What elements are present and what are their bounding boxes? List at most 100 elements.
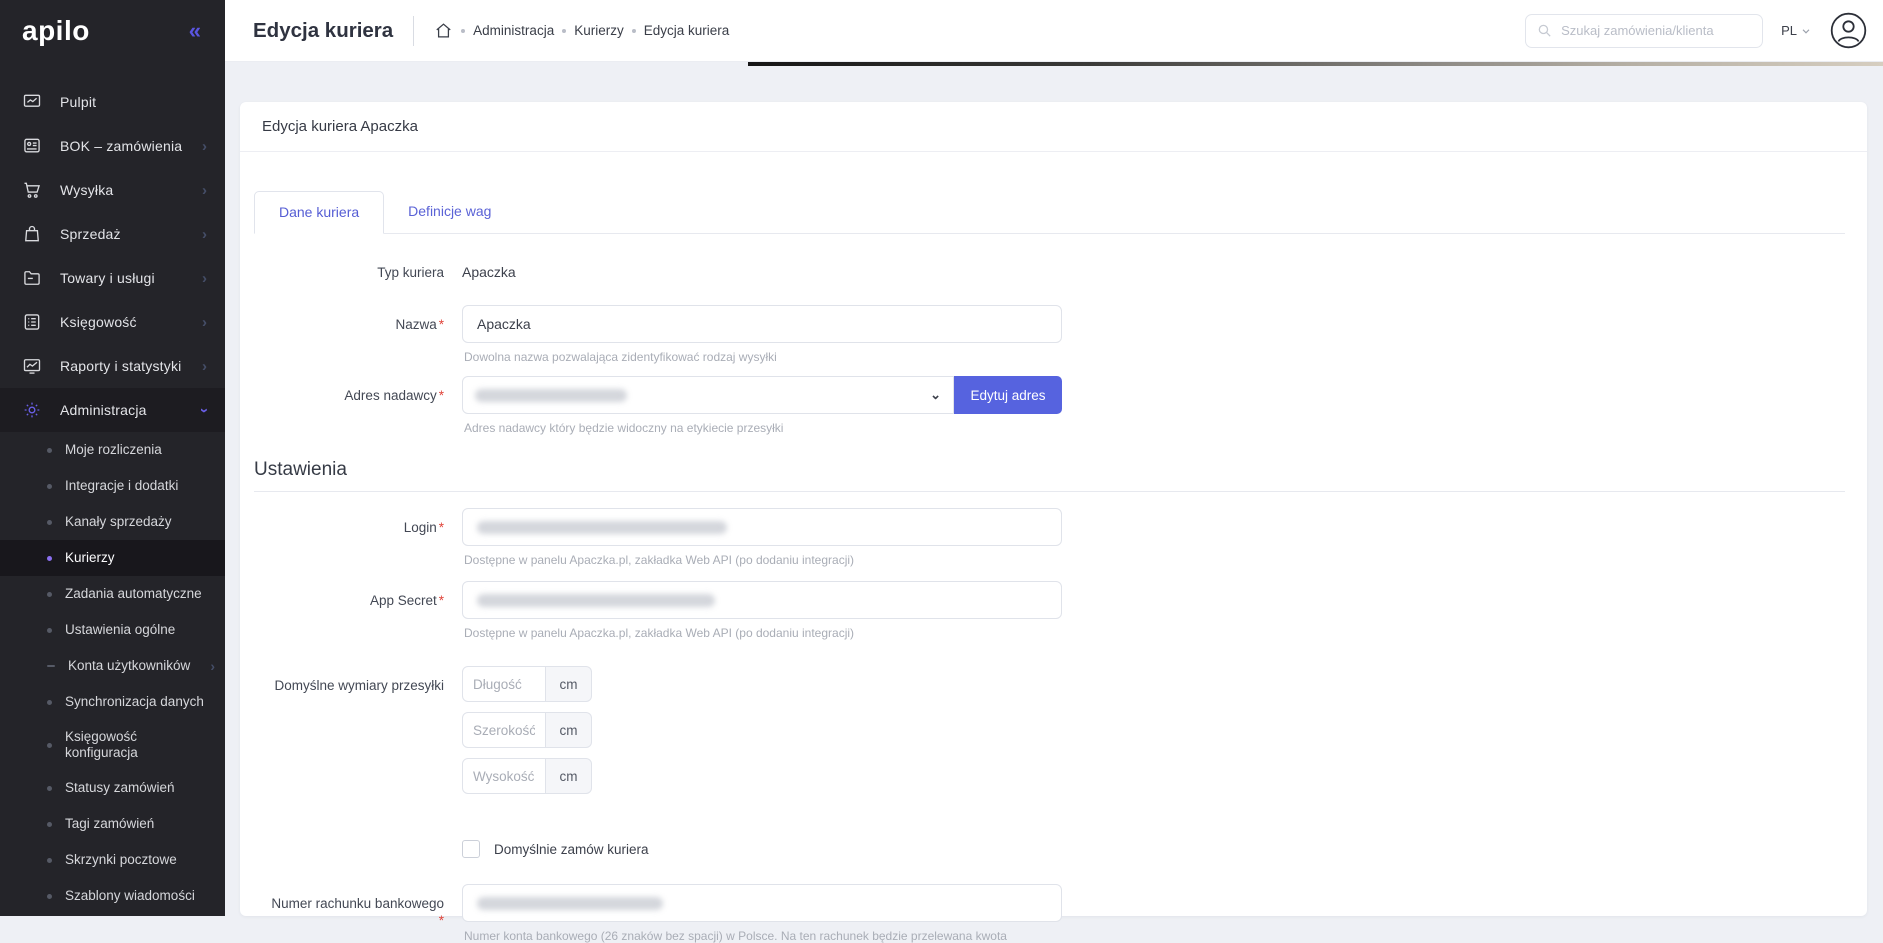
redacted-value	[477, 897, 663, 910]
submenu-item-label: Konta użytkowników	[68, 658, 190, 674]
sidebar-item-pulpit[interactable]: Pulpit	[0, 80, 225, 124]
sender-address-select[interactable]: ⌄	[462, 376, 954, 414]
breadcrumb: Administracja Kurierzy Edycja kuriera	[434, 21, 729, 40]
submenu-item-label: Szablony wiadomości	[65, 888, 195, 904]
submenu-item-ksiegowosc-konfiguracja[interactable]: Księgowość konfiguracja	[0, 720, 225, 770]
header-divider	[413, 16, 414, 46]
login-input[interactable]	[462, 508, 1062, 546]
chevron-right-icon: ›	[202, 315, 207, 330]
submenu-item-label: Zadania automatyczne	[65, 586, 202, 602]
bullet-icon	[47, 700, 52, 705]
redacted-value	[475, 389, 627, 402]
language-selector[interactable]: PL	[1781, 23, 1812, 38]
name-input[interactable]	[462, 305, 1062, 343]
chevron-right-icon: ›	[202, 183, 207, 198]
collapse-sidebar-icon[interactable]: «	[189, 20, 201, 42]
tab-dane-kuriera[interactable]: Dane kuriera	[254, 191, 384, 234]
page-title: Edycja kuriera	[253, 19, 393, 43]
sidebar-item-label: Sprzedaż	[60, 226, 121, 242]
redacted-value	[477, 594, 715, 607]
submenu-item-statusy-zamowien[interactable]: Statusy zamówień	[0, 770, 225, 806]
edit-address-button[interactable]: Edytuj adres	[954, 376, 1062, 414]
length-input[interactable]	[462, 666, 546, 702]
tab-bar: Dane kuriera Definicje wag	[254, 190, 1845, 234]
submenu-item-synchronizacja-danych[interactable]: Synchronizacja danych	[0, 684, 225, 720]
required-marker: *	[439, 317, 444, 332]
courier-form: Typ kuriera Apaczka Nazwa* Dowolna nazwa…	[254, 262, 1845, 943]
card-body: Dane kuriera Definicje wag Typ kuriera A…	[240, 152, 1867, 943]
accounting-icon	[22, 312, 42, 332]
bullet-icon	[47, 448, 52, 453]
sidebar-item-administracja[interactable]: Administracja ›	[0, 388, 225, 432]
height-input[interactable]	[462, 758, 546, 794]
apilo-logo: apilo	[22, 15, 90, 47]
sidebar-item-bok-zamowienia[interactable]: BOK – zamówienia ›	[0, 124, 225, 168]
sidebar-item-label: BOK – zamówienia	[60, 138, 182, 154]
home-icon[interactable]	[434, 21, 453, 40]
field-helper: Dostępne w panelu Apaczka.pl, zakładka W…	[464, 626, 1845, 640]
sidebar-item-label: Administracja	[60, 402, 147, 418]
unit-addon: cm	[546, 758, 592, 794]
sidebar-item-towary-i-uslugi[interactable]: Towary i usługi ›	[0, 256, 225, 300]
user-avatar[interactable]	[1830, 12, 1867, 49]
bullet-icon	[47, 628, 52, 633]
field-label: Nazwa*	[254, 305, 444, 333]
bullet-icon	[47, 592, 52, 597]
bullet-icon	[47, 556, 52, 561]
chevron-right-icon: ›	[202, 139, 207, 154]
breadcrumb-administracja[interactable]: Administracja	[473, 23, 554, 38]
sidebar-item-label: Raporty i statystyki	[60, 358, 181, 374]
sidebar-item-label: Wysyłka	[60, 182, 113, 198]
submenu-item-integracje-i-dodatki[interactable]: Integracje i dodatki	[0, 468, 225, 504]
field-row-adres-nadawcy: Adres nadawcy* ⌄ Edytuj adres Adres nada…	[254, 376, 1845, 435]
required-marker: *	[439, 520, 444, 535]
dimension-height: cm	[462, 758, 1845, 794]
field-helper: Adres nadawcy który będzie widoczny na e…	[464, 421, 1845, 435]
submenu-item-label: Ustawienia ogólne	[65, 622, 175, 638]
search-input[interactable]	[1561, 23, 1752, 38]
shipping-cart-icon	[22, 180, 42, 200]
chevron-down-icon: ›	[197, 408, 212, 413]
chevron-down-icon: ⌄	[930, 387, 941, 403]
breadcrumb-edycja-kuriera: Edycja kuriera	[644, 23, 730, 38]
breadcrumb-kurierzy[interactable]: Kurierzy	[574, 23, 624, 38]
submenu-item-ustawienia-ogolne[interactable]: Ustawienia ogólne	[0, 612, 225, 648]
tab-definicje-wag[interactable]: Definicje wag	[384, 191, 515, 234]
loading-bar	[748, 62, 1883, 66]
field-label: Numer rachunku bankowego *	[254, 884, 444, 929]
submenu-item-kanaly-sprzedazy[interactable]: Kanały sprzedaży	[0, 504, 225, 540]
submenu-item-skrzynki-pocztowe[interactable]: Skrzynki pocztowe	[0, 842, 225, 878]
card-header: Edycja kuriera Apaczka	[240, 102, 1867, 152]
sidebar-item-raporty-i-statystyki[interactable]: Raporty i statystyki ›	[0, 344, 225, 388]
submenu-item-konta-uzytkownikow[interactable]: Konta użytkowników ›	[0, 648, 225, 684]
submenu-item-label: Synchronizacja danych	[65, 694, 204, 710]
field-row-numer-rachunku: Numer rachunku bankowego * Numer konta b…	[254, 884, 1845, 943]
chevron-right-icon: ›	[202, 227, 207, 242]
sidebar-item-wysylka[interactable]: Wysyłka ›	[0, 168, 225, 212]
submenu-item-tagi-zamowien[interactable]: Tagi zamówień	[0, 806, 225, 842]
submenu-item-kurierzy[interactable]: Kurierzy	[0, 540, 225, 576]
bank-account-input[interactable]	[462, 884, 1062, 922]
field-row-app-secret: App Secret* Dostępne w panelu Apaczka.pl…	[254, 581, 1845, 640]
checkbox-unchecked[interactable]	[462, 840, 480, 858]
width-input[interactable]	[462, 712, 546, 748]
checkbox-label: Domyślnie zamów kuriera	[494, 842, 649, 857]
submenu-item-szablony-wiadomosci[interactable]: Szablony wiadomości	[0, 878, 225, 914]
sidebar-item-sprzedaz[interactable]: Sprzedaż ›	[0, 212, 225, 256]
global-search	[1525, 14, 1763, 48]
field-label: Domyślne wymiary przesyłki	[254, 666, 444, 694]
bullet-icon	[47, 786, 52, 791]
sidebar-item-ksiegowosc[interactable]: Księgowość ›	[0, 300, 225, 344]
submenu-item-zadania-automatyczne[interactable]: Zadania automatyczne	[0, 576, 225, 612]
submenu-item-label: Integracje i dodatki	[65, 478, 178, 494]
submenu-item-label: Statusy zamówień	[65, 780, 175, 796]
app-secret-input[interactable]	[462, 581, 1062, 619]
sidebar-item-label: Pulpit	[60, 94, 96, 110]
submenu-item-label: Skrzynki pocztowe	[65, 852, 177, 868]
default-order-courier-option[interactable]: Domyślnie zamów kuriera	[462, 840, 1845, 858]
dash-bullet-icon	[47, 665, 55, 667]
submenu-item-moje-rozliczenia[interactable]: Moje rozliczenia	[0, 432, 225, 468]
field-helper: Dostępne w panelu Apaczka.pl, zakładka W…	[464, 553, 1845, 567]
redacted-value	[477, 521, 727, 534]
unit-addon: cm	[546, 666, 592, 702]
